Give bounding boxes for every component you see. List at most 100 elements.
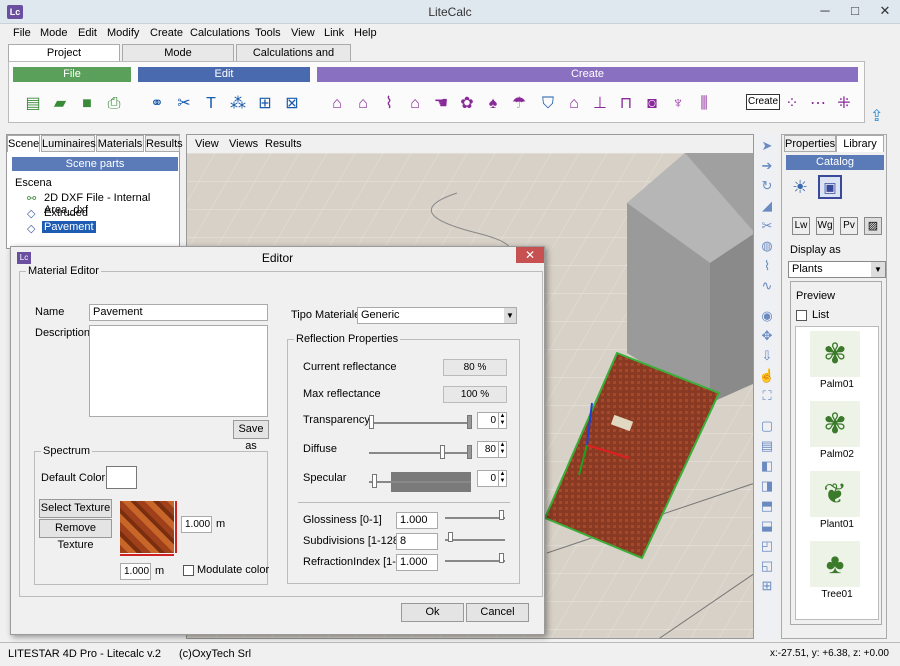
- fit-icon[interactable]: ⛶: [758, 387, 776, 405]
- menu-modify[interactable]: Modify: [107, 27, 139, 39]
- name-field[interactable]: Pavement: [89, 304, 268, 321]
- curve-icon[interactable]: ∿: [758, 277, 776, 295]
- viewport-menu-views[interactable]: Views: [229, 138, 258, 150]
- view-right-icon[interactable]: ◨: [758, 477, 776, 495]
- rotate-icon[interactable]: ↻: [758, 177, 776, 195]
- view-left-icon[interactable]: ◧: [758, 457, 776, 475]
- menu-calculations[interactable]: Calculations: [190, 27, 250, 39]
- specular-spinner[interactable]: 0 ▲ ▼: [477, 470, 507, 487]
- refraction-field[interactable]: 1.000: [396, 554, 438, 571]
- scale-icon[interactable]: ◢: [758, 197, 776, 215]
- edit-group-icon[interactable]: ⁂: [227, 93, 249, 115]
- subdivisions-field[interactable]: 8: [396, 533, 438, 550]
- spin-arrows-icon[interactable]: ▲ ▼: [498, 471, 506, 486]
- subdivisions-slider[interactable]: [448, 532, 453, 542]
- furniture-icon[interactable]: ▣: [818, 175, 842, 199]
- close-button[interactable]: ✕: [870, 0, 900, 22]
- create-shield-icon[interactable]: ⛉: [537, 93, 559, 115]
- create-array-icon[interactable]: ⫼: [693, 93, 715, 115]
- edit-text-icon[interactable]: T: [200, 93, 222, 115]
- view-grid-icon[interactable]: ⊞: [758, 577, 776, 595]
- hand-icon[interactable]: ☝: [758, 367, 776, 385]
- menu-view[interactable]: View: [291, 27, 315, 39]
- menu-create[interactable]: Create: [150, 27, 183, 39]
- move-arrow-icon[interactable]: ➔: [758, 157, 776, 175]
- edit-nodes-icon[interactable]: ⚭: [146, 93, 168, 115]
- create-building-icon[interactable]: ⌂: [563, 93, 585, 115]
- create-grid-icon[interactable]: ⁜: [833, 93, 855, 115]
- save-as-button[interactable]: Save as: [233, 420, 269, 452]
- maximize-button[interactable]: □: [840, 0, 870, 22]
- tab-scene[interactable]: Scene: [7, 135, 40, 152]
- new-file-icon[interactable]: ▤: [22, 93, 44, 115]
- tab-calculations-results[interactable]: Calculations and Results: [236, 44, 351, 75]
- wg-icon[interactable]: Wg: [816, 217, 834, 235]
- create-house-icon[interactable]: ⌂: [326, 93, 348, 115]
- pan-icon[interactable]: ✥: [758, 327, 776, 345]
- spin-arrows-icon[interactable]: ▲ ▼: [498, 413, 506, 428]
- glossiness-field[interactable]: 1.000: [396, 512, 438, 529]
- menu-file[interactable]: File: [13, 27, 31, 39]
- create-dome-icon[interactable]: ☂: [508, 93, 530, 115]
- create-row-icon[interactable]: ⋯: [807, 93, 829, 115]
- select-texture-button[interactable]: Select Texture: [39, 499, 112, 518]
- view-iso-icon[interactable]: ◰: [758, 537, 776, 555]
- tab-luminaires[interactable]: Luminaires: [41, 135, 96, 152]
- down-arrow-icon[interactable]: ⇩: [758, 347, 776, 365]
- create-points-icon[interactable]: ⁘: [781, 93, 803, 115]
- default-color-swatch[interactable]: [106, 466, 137, 489]
- diffuse-spinner[interactable]: 80 ▲ ▼: [477, 441, 507, 458]
- view-front-icon[interactable]: ▢: [758, 417, 776, 435]
- list-checkbox[interactable]: [796, 310, 807, 321]
- view-back-icon[interactable]: ▤: [758, 437, 776, 455]
- viewport-menu-results[interactable]: Results: [265, 138, 302, 150]
- menu-link[interactable]: Link: [324, 27, 344, 39]
- tree-item-pavement[interactable]: Pavement: [42, 221, 96, 233]
- viewport-menu-view[interactable]: View: [195, 138, 219, 150]
- create-table-icon[interactable]: ⊓: [615, 93, 637, 115]
- tab-mode[interactable]: Mode: [122, 44, 234, 61]
- lw-icon[interactable]: Lw: [792, 217, 810, 235]
- open-folder-icon[interactable]: ▰: [49, 93, 71, 115]
- plant-item-plant01[interactable]: ❦ Plant01: [796, 467, 878, 537]
- create-luminaire-icon[interactable]: ✿: [456, 93, 478, 115]
- print-icon[interactable]: ⎙: [103, 93, 125, 115]
- tab-properties[interactable]: Properties: [784, 135, 836, 152]
- dialog-close-button[interactable]: ✕: [516, 247, 544, 263]
- remove-texture-button[interactable]: Remove Texture: [39, 519, 112, 551]
- texture-width-field[interactable]: 1.000: [120, 563, 151, 580]
- create-roof-icon[interactable]: ⌂: [352, 93, 374, 115]
- create-wall-icon[interactable]: ⌂: [404, 93, 426, 115]
- spin-arrows-icon[interactable]: ▲ ▼: [498, 442, 506, 457]
- tipo-select[interactable]: Generic ▼: [357, 307, 517, 324]
- view-top-icon[interactable]: ⬒: [758, 497, 776, 515]
- create-lamp-icon[interactable]: ♠: [482, 93, 504, 115]
- texture-icon[interactable]: ▨: [864, 217, 882, 235]
- eye-icon[interactable]: ◉: [758, 307, 776, 325]
- plant-item-palm01[interactable]: ✾ Palm01: [796, 327, 878, 397]
- diffuse-slider[interactable]: [440, 445, 445, 459]
- create-hand-icon[interactable]: ☚: [430, 93, 452, 115]
- lightbulb-icon[interactable]: ☀: [792, 177, 808, 198]
- description-field[interactable]: [89, 325, 268, 417]
- transparency-spinner[interactable]: 0 ▲ ▼: [477, 412, 507, 429]
- menu-help[interactable]: Help: [354, 27, 377, 39]
- modulate-color-checkbox[interactable]: [183, 565, 194, 576]
- cylinder-icon[interactable]: ◍: [758, 237, 776, 255]
- menu-tools[interactable]: Tools: [255, 27, 281, 39]
- chevron-down-icon[interactable]: ▼: [504, 308, 516, 323]
- texture-height-field[interactable]: 1.000: [181, 516, 212, 533]
- tree-root[interactable]: Escena: [15, 177, 52, 189]
- select-arrow-icon[interactable]: ➤: [758, 137, 776, 155]
- specular-slider[interactable]: [372, 474, 377, 488]
- transparency-slider[interactable]: [369, 415, 374, 429]
- minimize-button[interactable]: ─: [810, 0, 840, 22]
- create-stairs-icon[interactable]: ⌇: [378, 93, 400, 115]
- edit-hierarchy-icon[interactable]: ⊞: [254, 93, 276, 115]
- edit-cut-icon[interactable]: ✂: [173, 93, 195, 115]
- pv-icon[interactable]: Pv: [840, 217, 858, 235]
- arrow-up-icon[interactable]: ⇪: [870, 106, 888, 126]
- chevron-down-icon[interactable]: ▼: [871, 262, 885, 277]
- glossiness-slider[interactable]: [499, 510, 504, 520]
- extrude-icon[interactable]: ⌇: [758, 257, 776, 275]
